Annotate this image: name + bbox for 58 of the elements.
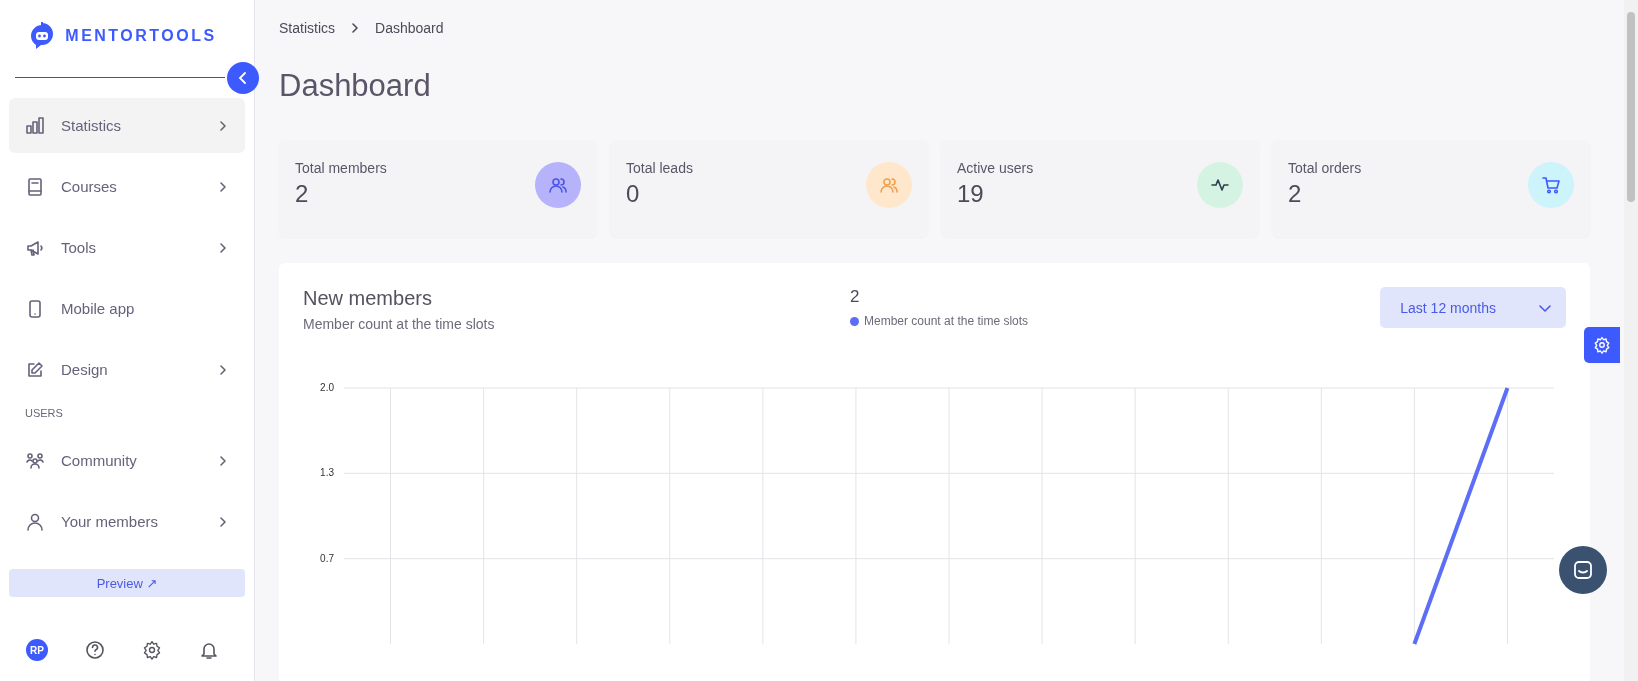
chevron-right-icon [217,454,229,467]
sidebar-item[interactable]: Tools [9,220,245,275]
breadcrumb-link[interactable]: Dashboard [375,20,444,36]
stat-label: Total members [295,160,387,176]
stat-value: 2 [1288,180,1303,208]
stat-value: 0 [626,180,641,208]
user-avatar[interactable]: RP [26,639,48,661]
stat-label: Active users [957,160,1034,176]
nav-label: Statistics [61,117,122,134]
legend-label: Member count at the time slots [864,314,1029,328]
stat-value: 2 [295,180,310,208]
stat-label: Total leads [626,160,693,176]
sidebar-item[interactable]: Your members [9,494,245,549]
nav-label: Mobile app [61,300,136,317]
help-icon[interactable] [85,640,105,660]
pencil-icon [25,359,45,380]
stat-label: Total orders [1288,160,1362,176]
settings-button[interactable] [1584,327,1620,363]
chevron-right-icon [217,119,229,132]
chevron-right-icon [349,22,361,34]
scrollbar-thumb[interactable] [1627,12,1635,202]
y-axis-label: 1.3 [320,467,334,479]
user-icon [25,511,45,532]
bar-chart-icon [25,115,45,136]
sidebar-item[interactable]: Community [9,433,245,488]
book-icon [25,176,45,197]
chevron-right-icon [217,241,229,254]
y-axis-label: 0.7 [320,552,334,564]
settings-icon[interactable] [142,640,162,660]
chat-bubble-icon [1572,559,1594,581]
chat-button[interactable] [1559,546,1607,594]
nav-label: Design [61,361,109,378]
chart-title: New members [303,287,433,310]
nav-label: Your members [61,513,159,530]
page-title: Dashboard [279,68,432,104]
chart-total: 2 [850,287,861,307]
chart-subtitle: Member count at the time slots [303,316,496,332]
breadcrumb-link[interactable]: Statistics [279,20,335,36]
preview-button[interactable]: Preview ↗ [9,569,245,597]
people-icon [25,450,45,471]
nav-label: Courses [61,178,118,195]
chevron-right-icon [217,515,229,528]
stat-value: 19 [957,180,985,208]
sidebar-item[interactable]: Courses [9,159,245,214]
sidebar-item[interactable]: Mobile app [9,281,245,336]
logo-text: MENTORTOOLS [65,27,217,45]
sidebar-item[interactable]: Design [9,342,245,397]
period-dropdown[interactable]: Last 12 months [1380,287,1566,328]
nav-label: Tools [61,239,98,256]
chevron-right-icon [217,363,229,376]
collapse-button[interactable] [227,62,259,94]
bell-icon[interactable] [199,640,219,660]
y-axis-label: 2.0 [320,382,334,393]
section-heading: USERS [24,406,64,421]
sidebar-item[interactable]: Statistics [9,98,245,153]
nav-label: Community [61,452,138,469]
settings-icon [1593,336,1611,354]
chevron-right-icon [217,180,229,193]
